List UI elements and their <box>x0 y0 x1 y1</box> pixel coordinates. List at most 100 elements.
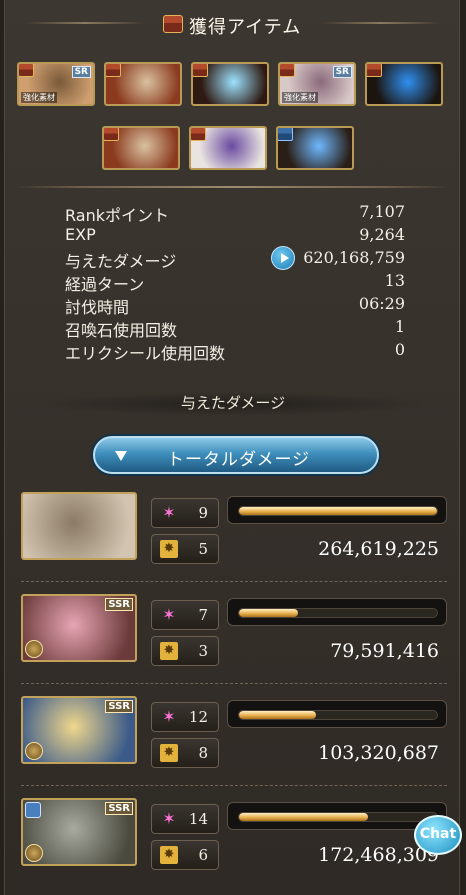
character-row: SSR ✶ 7 ✸ 3 79,591,416 <box>21 594 447 684</box>
row-separator <box>21 581 447 582</box>
skill-sparkle-icon: ✶ <box>162 605 176 624</box>
item-chest-icon <box>367 64 382 77</box>
item-light-blue-weapon[interactable] <box>191 62 269 106</box>
row-separator <box>21 683 447 684</box>
item-blue-crystal-item[interactable] <box>276 126 354 170</box>
stat-label: EXP <box>65 225 96 244</box>
acquired-items-header: 獲得アイテム <box>5 8 461 38</box>
skill-count-box: ✶ 14 <box>151 804 219 834</box>
stat-label: 経過ターン <box>65 275 145 294</box>
stat-row: EXP 9,264 <box>65 225 405 247</box>
damage-share-bar <box>227 496 447 524</box>
triangle-down-icon <box>115 451 127 461</box>
rarity-tag: SR <box>71 66 91 78</box>
damage-share-track <box>238 608 438 618</box>
character-row: SSR ✶ 12 ✸ 8 103,320,687 <box>21 696 447 786</box>
uncap-rank-icon <box>25 844 43 862</box>
stat-value: 620,168,759 <box>303 248 405 267</box>
item-crystal-ball-portrait[interactable] <box>104 62 182 106</box>
character-row: ✶ 9 ✸ 5 264,619,225 <box>21 492 447 582</box>
skill-sparkle-icon: ✶ <box>162 809 176 828</box>
ougi-count: 5 <box>198 540 208 558</box>
acquired-items-title: 獲得アイテム <box>189 17 302 38</box>
stat-value: 7,107 <box>359 202 405 221</box>
stat-row: 討伐時間 06:29 <box>65 294 405 317</box>
ougi-burst-icon: ✸ <box>160 642 178 660</box>
skill-count: 12 <box>188 708 208 726</box>
damage-value: 79,591,416 <box>330 640 439 662</box>
ougi-burst-icon: ✸ <box>160 846 178 864</box>
damage-share-track <box>238 812 438 822</box>
results-page: 獲得アイテム SR 強化素材 SR 強化素材 Rankポイント 7,107 EXP 9,26… <box>4 0 460 895</box>
item-caption: 強化素材 <box>282 92 318 103</box>
total-damage-label: トータルダメージ <box>167 450 311 470</box>
damage-share-bar <box>227 598 447 626</box>
item-crystal-ball-portrait[interactable] <box>102 126 180 170</box>
stat-row: エリクシール使用回数 0 <box>65 340 405 363</box>
header-ornament-right <box>321 22 441 24</box>
stat-label: Rankポイント <box>65 206 169 225</box>
stat-row: 召喚石使用回数 1 <box>65 317 405 340</box>
skill-count-box: ✶ 7 <box>151 600 219 630</box>
stat-value: 1 <box>394 317 405 336</box>
damage-value: 264,619,225 <box>318 538 439 560</box>
item-chest-icon <box>104 128 119 141</box>
stat-value: 9,264 <box>359 225 405 244</box>
ring-icon <box>25 802 41 818</box>
damage-share-fill <box>239 507 437 515</box>
ougi-count-box: ✸ 3 <box>151 636 219 666</box>
treasure-chest-icon <box>163 15 183 33</box>
stat-row: 与えたダメージ 620,168,759 <box>65 246 405 271</box>
damage-share-track <box>238 710 438 720</box>
item-blue-flame-weapon[interactable] <box>365 62 443 106</box>
skill-count: 14 <box>188 810 208 828</box>
damage-share-track <box>238 506 438 516</box>
damage-share-fill <box>239 813 368 821</box>
damage-share-bar <box>227 700 447 728</box>
damage-value: 103,320,687 <box>318 742 439 764</box>
skill-sparkle-icon: ✶ <box>162 707 176 726</box>
ougi-count-box: ✸ 8 <box>151 738 219 768</box>
stat-label: 召喚石使用回数 <box>65 321 178 340</box>
uncap-rank-icon <box>25 742 43 760</box>
stat-label: エリクシール使用回数 <box>65 344 226 363</box>
stat-value: 06:29 <box>358 294 405 313</box>
character-portrait[interactable]: SSR <box>21 594 137 662</box>
character-portrait[interactable]: SSR <box>21 798 137 866</box>
chat-button[interactable]: Chat <box>414 815 462 855</box>
item-purple-gem-item[interactable] <box>189 126 267 170</box>
stat-row: 経過ターン 13 <box>65 271 405 294</box>
skill-count-box: ✶ 9 <box>151 498 219 528</box>
character-portrait[interactable]: SSR <box>21 696 137 764</box>
rarity-tag: SSR <box>105 700 133 713</box>
skill-count: 9 <box>198 504 208 522</box>
ougi-count: 8 <box>198 744 208 762</box>
ougi-count: 6 <box>198 846 208 864</box>
header-ornament-left <box>25 22 145 24</box>
rarity-tag: SSR <box>105 598 133 611</box>
ougi-burst-icon: ✸ <box>160 744 178 762</box>
item-chest-icon <box>280 64 295 77</box>
damage-section-title: 与えたダメージ <box>35 392 431 416</box>
item-bow-weapon[interactable]: SR 強化素材 <box>278 62 356 106</box>
damage-share-bar <box>227 802 447 830</box>
item-chest-icon <box>191 128 206 141</box>
item-character-portrait[interactable]: SR 強化素材 <box>17 62 95 106</box>
skill-sparkle-icon: ✶ <box>162 503 176 522</box>
character-portrait[interactable] <box>21 492 137 560</box>
rarity-tag: SR <box>332 66 352 78</box>
stat-value: 13 <box>384 271 405 290</box>
divider <box>15 186 451 188</box>
ougi-count-box: ✸ 6 <box>151 840 219 870</box>
row-separator <box>21 785 447 786</box>
stat-value: 0 <box>394 340 405 359</box>
stat-label: 与えたダメージ <box>65 252 177 271</box>
stat-label: 討伐時間 <box>65 298 130 317</box>
item-chest-icon <box>193 64 208 77</box>
character-row: SSR ✶ 14 ✸ 6 172,468,309 <box>21 798 447 888</box>
damage-share-fill <box>239 711 317 719</box>
item-chest-icon <box>19 64 34 77</box>
play-icon[interactable] <box>271 246 295 270</box>
skill-count: 7 <box>198 606 208 624</box>
total-damage-toggle-button[interactable]: トータルダメージ <box>93 436 379 474</box>
